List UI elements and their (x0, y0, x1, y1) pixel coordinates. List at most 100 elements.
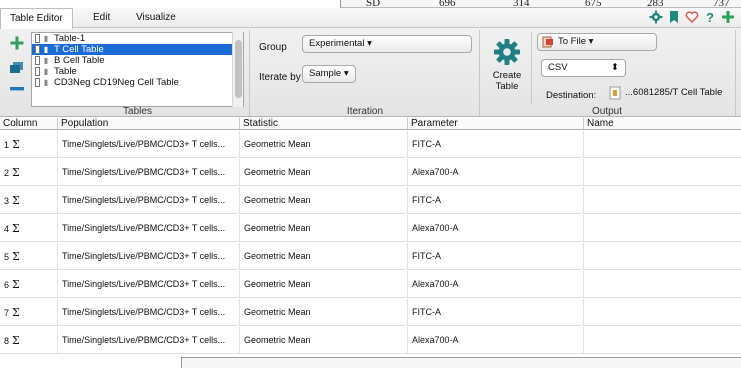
name-cell[interactable] (584, 187, 741, 214)
format-value: CSV (548, 62, 568, 73)
name-cell[interactable] (584, 215, 741, 242)
background-table-cells: SD 696 314 675 283 737 (340, 0, 741, 8)
group-label: Group (259, 42, 287, 53)
destination-type-value: To File (558, 36, 586, 47)
column-header-statistic[interactable]: Statistic (240, 118, 408, 130)
sigma-icon: Σ (12, 194, 20, 207)
create-label: Create (492, 70, 522, 81)
statistic-cell[interactable]: Geometric Mean (240, 187, 408, 214)
group-divider (735, 30, 736, 116)
column-header-column[interactable]: Column (0, 118, 58, 130)
group-dropdown[interactable]: Experimental ▾ (302, 35, 472, 53)
parameter-cell[interactable]: FITC-A (408, 299, 584, 326)
parameter-cell[interactable]: Alexa700-A (408, 271, 584, 298)
column-number: 8 (4, 336, 10, 346)
heart-icon[interactable] (684, 10, 700, 26)
column-header-population[interactable]: Population (58, 118, 240, 130)
tables-list-scrollbar[interactable] (232, 32, 243, 107)
gear-icon[interactable] (648, 10, 664, 26)
bg-cell: 675 (585, 0, 602, 8)
parameter-cell[interactable]: FITC-A (408, 187, 584, 214)
bg-cell: 696 (439, 0, 456, 8)
name-cell[interactable] (584, 299, 741, 326)
statistic-cell[interactable]: Geometric Mean (240, 159, 408, 186)
updown-icon: ⬍ (611, 62, 619, 73)
tab-edit[interactable]: Edit (84, 8, 119, 28)
table-name: Table-1 (54, 33, 86, 44)
column-number: 5 (4, 252, 10, 262)
table-list-item[interactable]: ▮ Table-1 (32, 33, 243, 44)
statistic-cell[interactable]: Geometric Mean (240, 215, 408, 242)
file-icon[interactable] (609, 86, 621, 103)
table-row[interactable]: 2Σ Time/Singlets/Live/PBMC/CD3+ T cells.… (0, 159, 741, 186)
name-cell[interactable] (584, 131, 741, 158)
group-divider (479, 30, 480, 116)
statistic-cell[interactable]: Geometric Mean (240, 271, 408, 298)
duplicate-table-icon[interactable] (10, 62, 24, 77)
population-cell[interactable]: Time/Singlets/Live/PBMC/CD3+ T cells... (58, 159, 240, 186)
population-cell[interactable]: Time/Singlets/Live/PBMC/CD3+ T cells... (58, 187, 240, 214)
destination-type-dropdown[interactable]: To File ▾ (537, 33, 657, 51)
population-cell[interactable]: Time/Singlets/Live/PBMC/CD3+ T cells... (58, 243, 240, 270)
table-icon (35, 78, 40, 87)
add-table-icon[interactable] (10, 36, 24, 53)
parameter-cell[interactable]: Alexa700-A (408, 159, 584, 186)
table-name: CD3Neg CD19Neg Cell Table (54, 77, 179, 88)
scrollbar-thumb[interactable] (235, 40, 242, 98)
bg-cell: 314 (513, 0, 530, 8)
destination-label: Destination: (546, 90, 597, 101)
iterate-by-dropdown[interactable]: Sample ▾ (302, 65, 356, 83)
table-list-item[interactable]: ▮ B Cell Table (32, 55, 243, 66)
population-cell[interactable]: Time/Singlets/Live/PBMC/CD3+ T cells... (58, 215, 240, 242)
statistic-cell[interactable]: Geometric Mean (240, 327, 408, 354)
tables-group-label: Tables (123, 106, 152, 117)
table-row[interactable]: 1Σ Time/Singlets/Live/PBMC/CD3+ T cells.… (0, 131, 741, 158)
plus-icon[interactable] (720, 10, 736, 26)
table-row[interactable]: 7Σ Time/Singlets/Live/PBMC/CD3+ T cells.… (0, 299, 741, 326)
statistic-cell[interactable]: Geometric Mean (240, 131, 408, 158)
table-icon (35, 34, 40, 43)
create-table-button[interactable]: Create Table (489, 38, 525, 98)
population-cell[interactable]: Time/Singlets/Live/PBMC/CD3+ T cells... (58, 299, 240, 326)
name-cell[interactable] (584, 327, 741, 354)
format-select[interactable]: CSV ⬍ (541, 59, 626, 77)
parameter-cell[interactable]: Alexa700-A (408, 215, 584, 242)
parameter-cell[interactable]: FITC-A (408, 243, 584, 270)
remove-table-icon[interactable] (10, 84, 24, 95)
table-row[interactable]: 3Σ Time/Singlets/Live/PBMC/CD3+ T cells.… (0, 187, 741, 214)
table-list-item[interactable]: ▮ Table (32, 66, 243, 77)
column-number: 3 (4, 196, 10, 206)
column-number: 2 (4, 168, 10, 178)
tables-list[interactable]: ▮ Table-1 ▮ T Cell Table ▮ B Cell Table ▮ Ta… (31, 32, 244, 107)
table-row[interactable]: 6Σ Time/Singlets/Live/PBMC/CD3+ T cells.… (0, 271, 741, 298)
sigma-icon: Σ (12, 222, 20, 235)
table-list-item[interactable]: ▮ CD3Neg CD19Neg Cell Table (32, 77, 243, 88)
bookmark-icon[interactable] (666, 10, 682, 26)
table-row[interactable]: 4Σ Time/Singlets/Live/PBMC/CD3+ T cells.… (0, 215, 741, 242)
overlapping-window[interactable] (181, 357, 741, 368)
table-row[interactable]: 8Σ Time/Singlets/Live/PBMC/CD3+ T cells.… (0, 327, 741, 354)
table-type-icon: ▮ (43, 67, 49, 76)
name-cell[interactable] (584, 159, 741, 186)
name-cell[interactable] (584, 271, 741, 298)
column-header-name[interactable]: Name (584, 118, 741, 130)
table-list-item[interactable]: ▮ T Cell Table (32, 44, 243, 55)
name-cell[interactable] (584, 243, 741, 270)
population-cell[interactable]: Time/Singlets/Live/PBMC/CD3+ T cells... (58, 131, 240, 158)
bg-cell: 283 (647, 0, 664, 8)
statistic-cell[interactable]: Geometric Mean (240, 299, 408, 326)
population-cell[interactable]: Time/Singlets/Live/PBMC/CD3+ T cells... (58, 327, 240, 354)
tab-visualize[interactable]: Visualize (127, 8, 185, 28)
destination-path[interactable]: ...6081285/T Cell Table (625, 87, 722, 98)
statistic-cell[interactable]: Geometric Mean (240, 243, 408, 270)
help-icon[interactable]: ? (702, 10, 718, 26)
column-header-parameter[interactable]: Parameter (408, 118, 584, 130)
sigma-icon: Σ (12, 166, 20, 179)
parameter-cell[interactable]: FITC-A (408, 131, 584, 158)
iterate-by-label: Iterate by (259, 72, 301, 83)
table-row[interactable]: 5Σ Time/Singlets/Live/PBMC/CD3+ T cells.… (0, 243, 741, 270)
parameter-cell[interactable]: Alexa700-A (408, 327, 584, 354)
population-cell[interactable]: Time/Singlets/Live/PBMC/CD3+ T cells... (58, 271, 240, 298)
tab-table-editor[interactable]: Table Editor (0, 8, 73, 29)
background-table-strip: SD 696 314 675 283 737 (0, 0, 741, 8)
